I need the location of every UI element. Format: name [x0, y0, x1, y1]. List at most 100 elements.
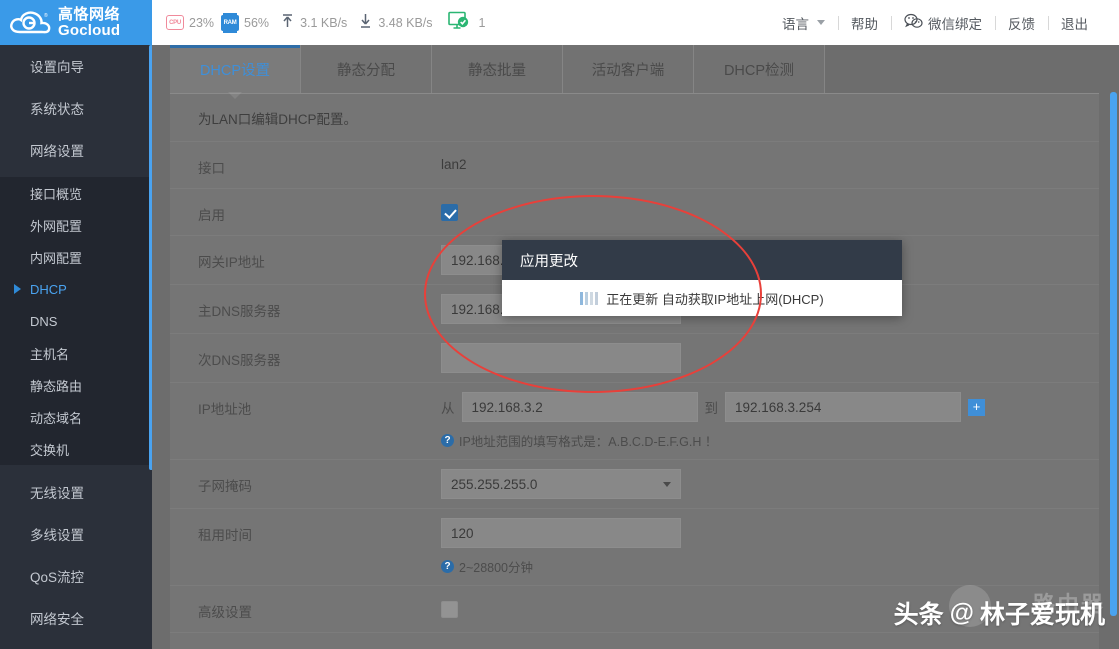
- cloud-logo-icon: ®: [8, 8, 52, 38]
- brand-name-cn: 高恪网络: [58, 6, 121, 24]
- lease-hint: ? 2~28800分钟: [441, 557, 1071, 576]
- tab-dhcp-detect[interactable]: DHCP检测: [694, 45, 825, 93]
- upload-stat: 3.1 KB/s: [280, 12, 347, 34]
- main-content: DHCP设置 静态分配 静态批量 活动客户端 DHCP检测 为LAN口编辑DHC…: [152, 45, 1119, 649]
- tab-static-batch[interactable]: 静态批量: [432, 45, 563, 93]
- top-header: ® 高恪网络 Gocloud CPU 23% RAM 56% 3.1 KB/s: [0, 0, 1119, 45]
- download-value: 3.48 KB/s: [378, 15, 433, 30]
- panel-description: 为LAN口编辑DHCP配置。: [170, 94, 1099, 142]
- tab-label: DHCP设置: [199, 62, 271, 79]
- upload-value: 3.1 KB/s: [300, 15, 348, 30]
- sidebar-item-dhcp[interactable]: DHCP: [0, 273, 152, 305]
- main-scrollbar[interactable]: [1110, 92, 1117, 616]
- sidebar-item-hostname[interactable]: 主机名: [0, 337, 152, 369]
- pool-add-button[interactable]: +: [968, 398, 985, 416]
- cpu-stat: CPU 23%: [166, 15, 214, 30]
- pool-to-input[interactable]: 192.168.3.254: [725, 392, 961, 422]
- sidebar-subitem-label: 接口概览: [30, 186, 83, 202]
- sidebar-item-label: 系统状态: [30, 102, 84, 117]
- row-ip-pool: IP地址池 从 192.168.3.2 到 192.168.3.254 + ? …: [170, 383, 1099, 460]
- sidebar-item-ddns[interactable]: 动态域名: [0, 401, 152, 433]
- sidebar-item-wan-config[interactable]: 外网配置: [0, 209, 152, 241]
- watermark: 头条 @ 林子爱玩机: [894, 595, 1105, 631]
- help-icon: ?: [441, 434, 454, 447]
- download-stat: 3.48 KB/s: [358, 12, 433, 34]
- row-netmask: 子网掩码 255.255.255.0: [170, 460, 1099, 509]
- tab-label: 活动客户端: [591, 62, 665, 79]
- sidebar-item-qos[interactable]: QoS流控: [0, 555, 152, 597]
- sidebar-subitem-label: 交换机: [30, 442, 70, 458]
- menu-logout[interactable]: 退出: [1048, 13, 1101, 33]
- download-arrow-icon: [358, 12, 373, 34]
- sidebar-item-network-settings[interactable]: 网络设置: [0, 129, 152, 171]
- watermark-at: @: [949, 598, 974, 627]
- ram-icon: RAM: [221, 12, 240, 33]
- sidebar-nav: 设置向导 系统状态 网络设置 接口概览 外网配置 内网配置 DHCP DNS 主…: [0, 45, 152, 649]
- ram-value: 56%: [244, 15, 270, 30]
- netmask-label: 子网掩码: [198, 479, 252, 494]
- lease-time-input[interactable]: 120: [441, 518, 681, 548]
- sidebar-item-switch[interactable]: 交换机: [0, 433, 152, 465]
- sidebar-subitem-label: 主机名: [30, 346, 70, 362]
- enable-label: 启用: [198, 208, 225, 223]
- sidebar-subitem-label: DNS: [30, 313, 58, 329]
- app-root: ® 高恪网络 Gocloud CPU 23% RAM 56% 3.1 KB/s: [0, 0, 1119, 649]
- pool-from-label: 从: [441, 401, 455, 416]
- pool-from-input[interactable]: 192.168.3.2: [461, 392, 698, 422]
- system-stats: CPU 23% RAM 56% 3.1 KB/s 3.48 KB/s 1: [152, 11, 485, 35]
- sidebar-item-setup-wizard[interactable]: 设置向导: [0, 45, 152, 87]
- watermark-name: 林子爱玩机: [979, 601, 1105, 629]
- tab-active-clients[interactable]: 活动客户端: [563, 45, 694, 93]
- sidebar-item-lan-config[interactable]: 内网配置: [0, 241, 152, 273]
- tab-bar: DHCP设置 静态分配 静态批量 活动客户端 DHCP检测: [152, 45, 1119, 93]
- dns2-label: 次DNS服务器: [198, 353, 281, 368]
- loading-spinner-icon: [580, 291, 599, 305]
- sidebar-item-dns[interactable]: DNS: [0, 305, 152, 337]
- secondary-dns-input[interactable]: [441, 343, 681, 373]
- sidebar-item-system-status[interactable]: 系统状态: [0, 87, 152, 129]
- help-icon: ?: [441, 560, 454, 573]
- lease-label: 租用时间: [198, 528, 252, 543]
- menu-language[interactable]: 语言: [769, 13, 838, 33]
- device-count: 1: [478, 15, 486, 30]
- sidebar-subitem-label: DHCP: [30, 281, 67, 297]
- menu-help[interactable]: 帮助: [838, 13, 891, 33]
- row-lease-time: 租用时间 120 ? 2~28800分钟: [170, 509, 1099, 586]
- watermark-prefix: 头条: [893, 601, 944, 629]
- netmask-select[interactable]: 255.255.255.0: [441, 469, 681, 499]
- brand-text: 高恪网络 Gocloud: [58, 7, 120, 38]
- sidebar-item-network-security[interactable]: 网络安全: [0, 597, 152, 639]
- advanced-checkbox[interactable]: [441, 601, 458, 618]
- enable-checkbox[interactable]: [441, 204, 458, 221]
- sidebar-item-static-route[interactable]: 静态路由: [0, 369, 152, 401]
- sidebar-subitem-label: 内网配置: [30, 250, 83, 266]
- modal-title: 应用更改: [502, 240, 902, 280]
- sidebar-item-interface-overview[interactable]: 接口概览: [0, 177, 152, 209]
- cpu-value: 23%: [189, 15, 215, 30]
- menu-logout-label: 退出: [1061, 16, 1088, 32]
- sidebar-item-multiwan[interactable]: 多线设置: [0, 513, 152, 555]
- tab-static-allocation[interactable]: 静态分配: [301, 45, 432, 93]
- menu-feedback[interactable]: 反馈: [995, 13, 1048, 33]
- menu-help-label: 帮助: [851, 16, 878, 32]
- row-interface: 接口 lan2: [170, 142, 1099, 189]
- chevron-down-icon: [817, 20, 825, 25]
- netmask-value: 255.255.255.0: [451, 476, 538, 492]
- sidebar-item-wireless[interactable]: 无线设置: [0, 471, 152, 513]
- pool-hint: ? IP地址范围的填写格式是：A.B.C.D-E.F.G.H ！: [441, 431, 1071, 450]
- menu-language-label: 语言: [782, 16, 809, 32]
- gateway-label: 网关IP地址: [198, 255, 265, 270]
- tab-label: 静态分配: [337, 62, 395, 79]
- brand-logo[interactable]: ® 高恪网络 Gocloud: [0, 0, 152, 45]
- ram-stat: RAM 56%: [221, 12, 270, 33]
- tab-dhcp-settings[interactable]: DHCP设置: [170, 45, 301, 93]
- ip-pool-controls: 从 192.168.3.2 到 192.168.3.254 +: [441, 392, 1071, 422]
- pool-to-label: 到: [704, 401, 719, 416]
- apply-changes-modal: 应用更改 正在更新 自动获取IP地址上网(DHCP): [502, 240, 902, 316]
- sidebar-subitem-label: 外网配置: [30, 218, 83, 234]
- advanced-label: 高级设置: [198, 605, 252, 620]
- cpu-icon: CPU: [166, 15, 184, 30]
- menu-wechat-bind[interactable]: 微信绑定: [891, 13, 995, 33]
- lease-hint-text: 2~28800分钟: [459, 561, 534, 575]
- brand-name-en: Gocloud: [58, 21, 121, 39]
